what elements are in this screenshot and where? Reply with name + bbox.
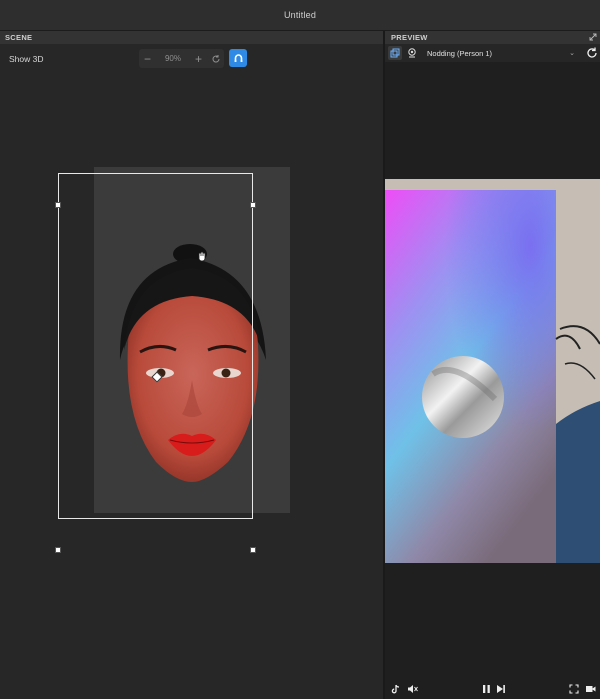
mute-icon — [407, 685, 418, 693]
effect-dropdown[interactable]: Nodding (Person 1) ⌄ — [423, 46, 579, 60]
step-forward-icon — [497, 685, 505, 693]
chevron-down-icon: ⌄ — [569, 50, 575, 57]
preview-toolbar: Nodding (Person 1) ⌄ — [385, 44, 600, 62]
preview-viewport[interactable] — [385, 179, 600, 563]
step-forward-button[interactable] — [494, 682, 508, 696]
preview-header-label: PREVIEW — [391, 33, 428, 42]
resize-handle-bottom-right[interactable] — [250, 547, 256, 553]
layers-icon — [390, 48, 400, 58]
layers-button[interactable] — [388, 46, 402, 60]
effect-dropdown-value: Nodding (Person 1) — [427, 48, 493, 58]
resize-handle-top-right[interactable] — [250, 202, 256, 208]
preview-scene — [385, 179, 600, 563]
preview-header: PREVIEW — [385, 31, 600, 44]
resize-handle-bottom-left[interactable] — [55, 547, 61, 553]
tiktok-icon — [391, 684, 400, 694]
move-cursor-icon — [198, 251, 206, 262]
webcam-button[interactable] — [405, 46, 419, 60]
preview-panel: PREVIEW Nodding (Person 1) ⌄ — [385, 31, 600, 699]
refresh-icon[interactable] — [585, 46, 599, 60]
playback-controls — [385, 679, 600, 699]
selection-box[interactable] — [58, 173, 253, 519]
expand-icon[interactable] — [589, 33, 597, 41]
fullscreen-icon — [569, 684, 579, 694]
pause-icon — [482, 685, 490, 693]
fullscreen-button[interactable] — [567, 682, 581, 696]
record-icon — [585, 686, 595, 692]
mute-button[interactable] — [405, 682, 419, 696]
resize-handle-top-left[interactable] — [55, 202, 61, 208]
pause-button[interactable] — [479, 682, 493, 696]
record-button[interactable] — [583, 682, 597, 696]
tiktok-button[interactable] — [389, 682, 403, 696]
webcam-icon — [408, 48, 416, 58]
